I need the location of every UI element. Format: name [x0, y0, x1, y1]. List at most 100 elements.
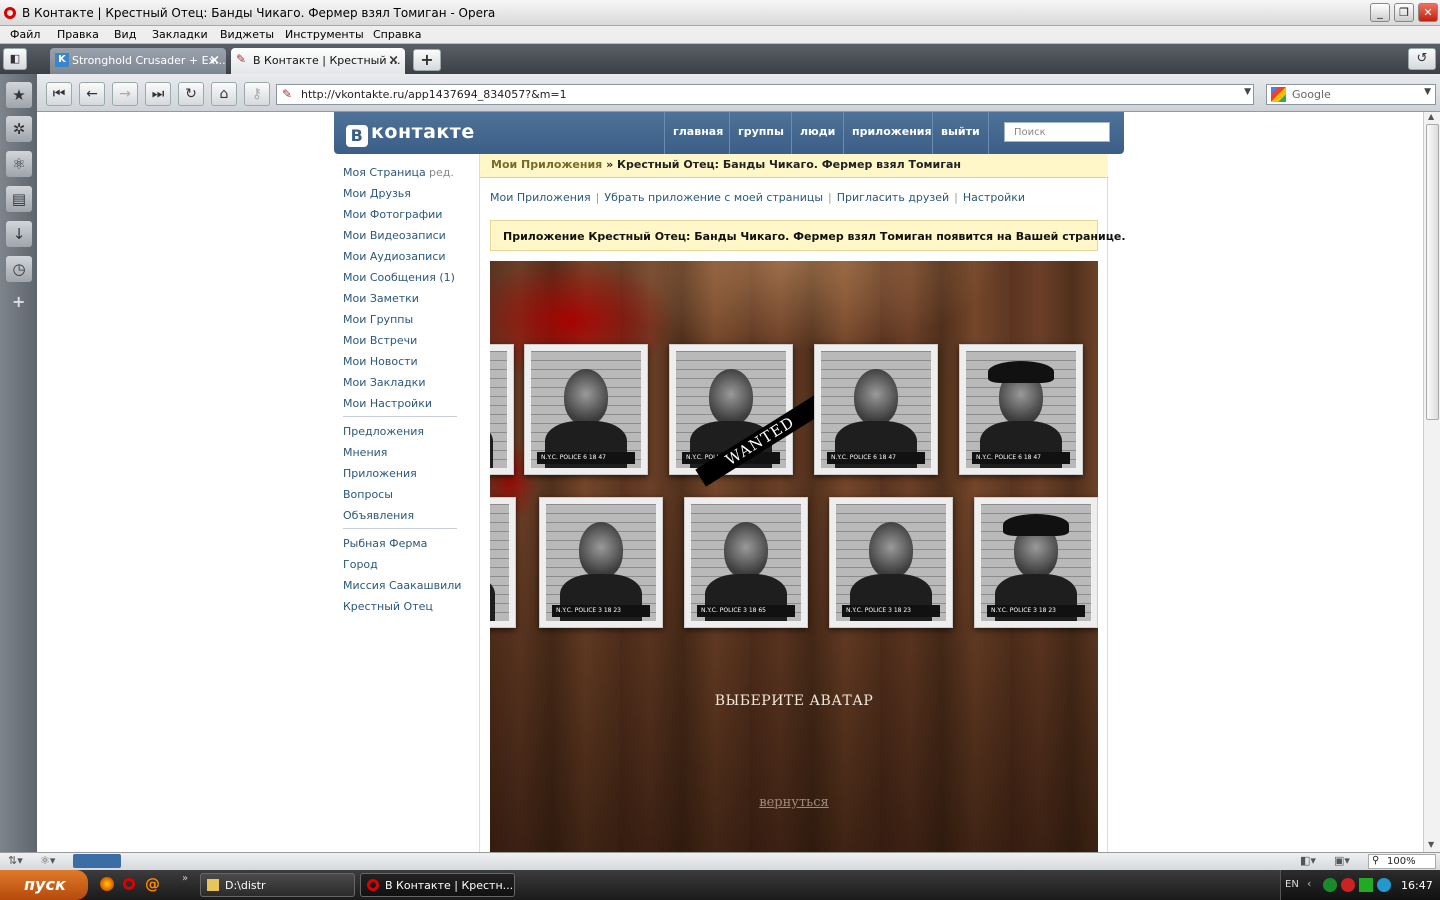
menu-item[interactable]: Предложения [343, 425, 424, 438]
tab-close-icon[interactable]: × [388, 53, 399, 68]
avatar-card-partial[interactable] [490, 344, 514, 475]
new-tab-button[interactable]: + [413, 49, 441, 71]
home-icon[interactable]: ⌂ [211, 82, 237, 106]
crumb-link[interactable]: Мои Приложения [491, 158, 602, 171]
menu-app-link[interactable]: Рыбная Ферма [343, 537, 427, 550]
search-engine-field[interactable]: Google ▼ [1266, 84, 1436, 105]
opera-quicklaunch-icon[interactable] [123, 878, 135, 890]
menu-view[interactable]: Вид [114, 28, 136, 41]
app-nav-invite[interactable]: Пригласить друзей [837, 191, 949, 204]
unite-status-icon[interactable]: ⚛▾ [40, 854, 55, 867]
nav-groups[interactable]: группы [729, 112, 792, 154]
nav-logout[interactable]: выйти [932, 112, 989, 154]
menu-item[interactable]: Вопросы [343, 488, 393, 501]
app-nav-my-apps[interactable]: Мои Приложения [490, 191, 591, 204]
avatar-card[interactable]: N.Y.C. POLICE 6 18 47 WANTED [669, 344, 825, 487]
menu-edit-link[interactable]: ред. [429, 166, 454, 179]
close-button[interactable]: ✕ [1418, 3, 1438, 22]
vertical-scrollbar[interactable]: ▲ ▼ [1423, 112, 1440, 852]
avatar-card[interactable]: N.Y.C. POLICE 3 18 23 [829, 497, 953, 628]
menu-file[interactable]: Файл [10, 28, 40, 41]
menu-item[interactable]: Мои Новости [343, 355, 418, 368]
wand-icon[interactable]: ⚷ [244, 82, 270, 106]
back-link[interactable]: вернуться [490, 795, 1098, 810]
turbo-icon[interactable] [73, 854, 121, 868]
menu-edit[interactable]: Правка [57, 28, 99, 41]
tab-stronghold[interactable]: K Stronghold Crusader + Ex... × [50, 48, 226, 74]
quicklaunch-more-icon[interactable]: » [182, 873, 188, 884]
vk-search-input[interactable]: Поиск [1004, 122, 1110, 142]
scroll-down-icon[interactable]: ▼ [1428, 840, 1434, 849]
avatar-card-partial[interactable] [490, 497, 516, 628]
app-nav-remove[interactable]: Убрать приложение с моей страницы [604, 191, 823, 204]
chevron-down-icon[interactable]: ▼ [1424, 87, 1431, 97]
menu-item[interactable]: Мои Видеозаписи [343, 229, 446, 242]
menu-item[interactable]: Мои Встречи [343, 334, 417, 347]
task-opera[interactable]: В Контакте | Крестн... [360, 873, 515, 897]
menu-item[interactable]: Мои Фотографии [343, 208, 442, 221]
menu-item[interactable]: Мои Заметки [343, 292, 419, 305]
rewind-icon[interactable]: ⏮ [46, 82, 72, 106]
start-button[interactable]: пуск [0, 870, 88, 900]
bookmarks-panel-icon[interactable]: ★ [6, 82, 32, 108]
tray-antivirus-icon[interactable] [1341, 878, 1355, 892]
menu-app-link[interactable]: Город [343, 558, 378, 571]
closed-tabs-icon[interactable]: ↺ [1408, 48, 1436, 70]
avatar-card[interactable]: N.Y.C. POLICE 3 18 23 [974, 497, 1098, 628]
menu-tools[interactable]: Инструменты [285, 28, 364, 41]
avatar-card[interactable]: N.Y.C. POLICE 3 18 23 [539, 497, 663, 628]
avatar-card[interactable]: N.Y.C. POLICE 6 18 47 [959, 344, 1083, 475]
nav-apps[interactable]: приложения [843, 112, 940, 154]
menu-app-link[interactable]: Миссия Саакашвили [343, 579, 461, 592]
tab-close-icon[interactable]: × [209, 53, 220, 68]
forward-icon[interactable]: → [112, 82, 138, 106]
task-explorer[interactable]: D:\distr [200, 873, 355, 897]
menu-my-page[interactable]: Моя Страница [343, 166, 426, 179]
address-field[interactable]: ✎ http://vkontakte.ru/app1437694_834057?… [276, 84, 1254, 105]
images-icon[interactable]: ▣▾ [1334, 854, 1350, 867]
mail-quicklaunch-icon[interactable]: @ [145, 875, 160, 893]
panel-toggle-icon[interactable]: ◧ [3, 48, 27, 70]
nav-main[interactable]: главная [664, 112, 731, 154]
menu-item[interactable]: Объявления [343, 509, 414, 522]
fast-forward-icon[interactable]: ⏭ [145, 82, 171, 106]
nav-people[interactable]: люди [791, 112, 843, 154]
menu-help[interactable]: Справка [373, 28, 421, 41]
language-indicator[interactable]: EN [1285, 879, 1299, 890]
tray-app-icon[interactable] [1359, 878, 1373, 892]
scroll-up-icon[interactable]: ▲ [1428, 112, 1434, 121]
downloads-panel-icon[interactable]: ↓ [6, 221, 32, 247]
vk-logo[interactable]: Вконтакте [346, 121, 475, 147]
zoom-control[interactable]: ⚲ 100% [1368, 854, 1436, 869]
avatar-card[interactable]: N.Y.C. POLICE 6 18 47 [524, 344, 648, 475]
history-panel-icon[interactable]: ◷ [6, 256, 32, 282]
tray-network-icon[interactable] [1323, 878, 1337, 892]
restore-button[interactable]: ❐ [1394, 3, 1414, 22]
back-icon[interactable]: ← [79, 82, 105, 106]
tray-expand-icon[interactable]: ‹ [1307, 877, 1311, 890]
avatar-card[interactable]: N.Y.C. POLICE 3 18 65 [684, 497, 808, 628]
widgets-panel-icon[interactable]: ✲ [6, 116, 32, 142]
scroll-thumb[interactable] [1426, 124, 1439, 420]
tab-vkontakte[interactable]: ✎ В Контакте | Крестный ... × [231, 48, 405, 74]
avatar-card[interactable]: N.Y.C. POLICE 6 18 47 [814, 344, 938, 475]
chevron-down-icon[interactable]: ▼ [1244, 87, 1251, 97]
menu-item[interactable]: Мои Группы [343, 313, 413, 326]
menu-item[interactable]: Мои Закладки [343, 376, 425, 389]
speed-dial-icon[interactable]: ⇅▾ [8, 854, 23, 867]
menu-item[interactable]: Мнения [343, 446, 387, 459]
minimize-button[interactable]: _ [1370, 3, 1390, 22]
reload-icon[interactable]: ↻ [178, 82, 204, 106]
unite-panel-icon[interactable]: ⚛ [6, 151, 32, 177]
tray-messenger-icon[interactable] [1377, 878, 1391, 892]
menu-item[interactable]: Приложения [343, 467, 417, 480]
menu-app-link[interactable]: Крестный Отец [343, 600, 433, 613]
menu-item[interactable]: Мои Друзья [343, 187, 411, 200]
view-icon[interactable]: ◧▾ [1300, 854, 1316, 867]
menu-widgets[interactable]: Виджеты [220, 28, 274, 41]
app-nav-settings[interactable]: Настройки [963, 191, 1025, 204]
menu-item[interactable]: Мои Аудиозаписи [343, 250, 446, 263]
menu-bookmarks[interactable]: Закладки [152, 28, 208, 41]
notes-panel-icon[interactable]: ▤ [6, 186, 32, 212]
game-frame[interactable]: N.Y.C. POLICE 6 18 47 N.Y.C. POLICE 6 18… [490, 261, 1098, 852]
